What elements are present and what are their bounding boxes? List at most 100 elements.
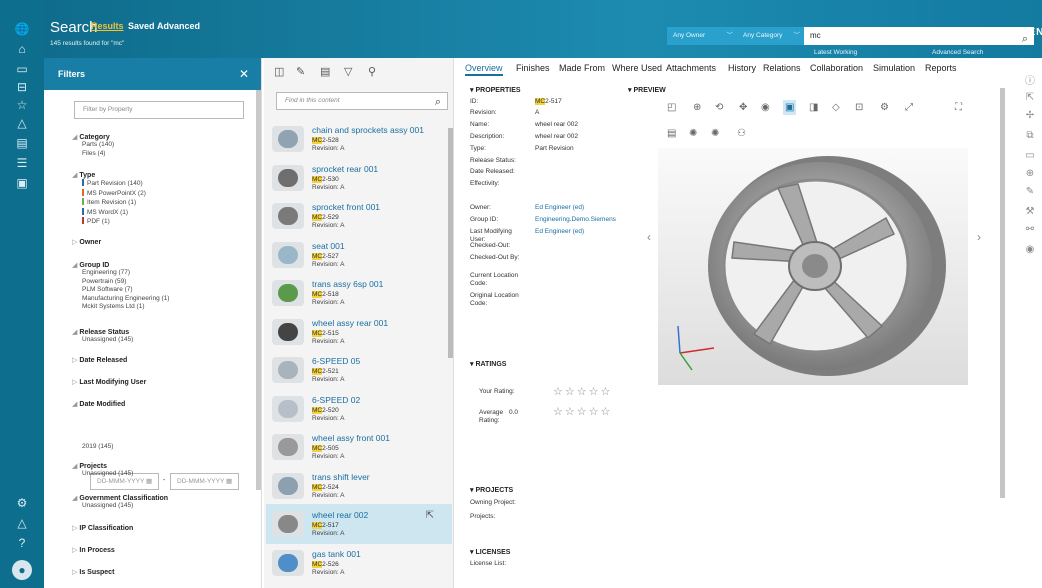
calendar-icon[interactable]: ▦: [226, 478, 232, 485]
filter-property-input[interactable]: Filter by Property: [74, 101, 244, 119]
facet-item[interactable]: Unassigned (145): [72, 470, 133, 479]
tab-saved[interactable]: Saved: [128, 21, 155, 31]
owner-select[interactable]: Any Owner ﹀: [667, 27, 737, 45]
tab-results[interactable]: Results: [91, 21, 124, 31]
list-item[interactable]: wheel rear 002 MC2-517 Revision: A ⇱: [266, 504, 452, 544]
facet-item[interactable]: MS WordX (1): [72, 207, 146, 218]
facet-item[interactable]: Powertrain (59): [72, 278, 169, 287]
settings-icon[interactable]: ⚙: [0, 496, 44, 510]
open-icon[interactable]: ⇱: [1020, 92, 1040, 103]
add-icon[interactable]: ⊕: [1020, 168, 1040, 179]
facet-date-modified[interactable]: ◢ Date Modified: [72, 400, 125, 408]
display-icon[interactable]: ▣: [783, 100, 797, 115]
edit-icon[interactable]: ✎: [296, 65, 305, 78]
open-external-icon[interactable]: ⇱: [426, 510, 434, 521]
edit-icon[interactable]: ✎: [1020, 186, 1040, 197]
print-icon[interactable]: ▤: [320, 65, 330, 78]
user-icon[interactable]: ⚇: [737, 128, 746, 139]
facet-is-suspect[interactable]: ▷ Is Suspect: [72, 568, 114, 576]
preview-section[interactable]: ▾ PREVIEW: [628, 86, 666, 94]
item-name[interactable]: sprocket rear 001: [312, 164, 378, 174]
ratings-section[interactable]: ▾ RATINGS: [470, 360, 506, 368]
watch-icon[interactable]: ◉: [1020, 244, 1040, 255]
tab-relations[interactable]: Relations: [763, 63, 801, 73]
fit-icon[interactable]: ◰: [667, 102, 676, 113]
list-item[interactable]: 6-SPEED 02 MC2-520 Revision: A: [266, 389, 452, 429]
list-item[interactable]: 6-SPEED 05 MC2-521 Revision: A: [266, 350, 452, 390]
snapshot-icon[interactable]: ⊡: [855, 102, 863, 113]
filter-icon[interactable]: ▽: [344, 65, 352, 78]
facet-item[interactable]: MS PowerPointX (2): [72, 188, 146, 199]
facet-item[interactable]: Unassigned (145): [72, 336, 133, 345]
calendar-icon[interactable]: ▦: [146, 478, 152, 485]
settings-icon[interactable]: ⚙: [880, 102, 889, 113]
tab-reports[interactable]: Reports: [925, 63, 957, 73]
facet-item[interactable]: Engineering (77): [72, 269, 169, 278]
image-icon[interactable]: ▣: [0, 176, 44, 190]
item-name[interactable]: wheel assy rear 001: [312, 318, 388, 328]
sun-icon[interactable]: ✺: [689, 128, 697, 139]
facet-item[interactable]: Manufacturing Engineering (1): [72, 295, 169, 304]
facet-item[interactable]: Files (4): [72, 150, 114, 159]
list-icon[interactable]: ☰: [0, 156, 44, 170]
list-scrollbar[interactable]: [448, 128, 453, 358]
property-value[interactable]: Ed Engineer (ed): [535, 204, 584, 211]
document-icon[interactable]: ▤: [667, 128, 676, 139]
tools-icon[interactable]: ⚒: [1020, 206, 1040, 217]
projects-section[interactable]: ▾ PROJECTS: [470, 486, 513, 494]
globe-icon[interactable]: 🌐: [0, 22, 44, 36]
facet-in-process[interactable]: ▷ In Process: [72, 546, 115, 554]
share-icon[interactable]: ⚲: [368, 65, 376, 78]
item-name[interactable]: gas tank 001: [312, 549, 361, 559]
detail-scrollbar[interactable]: [1000, 88, 1005, 498]
zoom-icon[interactable]: ⊕: [693, 102, 701, 113]
tab-made-from[interactable]: Made From: [559, 63, 605, 73]
preview-next-button[interactable]: ›: [977, 230, 981, 244]
facet-item[interactable]: Part Revision (140): [72, 179, 146, 189]
inbox-icon[interactable]: ⊟: [0, 80, 44, 94]
info-icon[interactable]: ⓘ: [1020, 72, 1040, 87]
properties-section[interactable]: ▾ PROPERTIES: [470, 86, 521, 94]
list-item[interactable]: seat 001 MC2-527 Revision: A: [266, 235, 452, 275]
facet-item[interactable]: Parts (140): [72, 141, 114, 150]
list-item[interactable]: wheel assy front 001 MC2-505 Revision: A: [266, 427, 452, 467]
list-item[interactable]: sprocket front 001 MC2-529 Revision: A: [266, 196, 452, 236]
user-icon[interactable]: △: [0, 516, 44, 530]
item-name[interactable]: sprocket front 001: [312, 202, 380, 212]
tab-history[interactable]: History: [728, 63, 756, 73]
item-name[interactable]: trans assy 6sp 001: [312, 279, 383, 289]
item-name[interactable]: 6-SPEED 05: [312, 356, 360, 366]
date-to-field[interactable]: DD-MMM-YYYY ▦: [170, 473, 239, 490]
fullscreen-icon[interactable]: ⛶: [955, 102, 962, 113]
facet-last-modifying-user[interactable]: ▷ Last Modifying User: [72, 378, 146, 386]
preview-prev-button[interactable]: ‹: [647, 230, 651, 244]
facet-item[interactable]: PDF (1): [72, 217, 146, 227]
layout-icon[interactable]: ◫: [274, 65, 284, 78]
measure-icon[interactable]: ◇: [832, 102, 840, 113]
list-item[interactable]: trans assy 6sp 001 MC2-518 Revision: A: [266, 273, 452, 313]
view-icon[interactable]: ◉: [761, 102, 770, 113]
facet-owner[interactable]: ▷ Owner: [72, 238, 101, 246]
tab-attachments[interactable]: Attachments: [666, 63, 716, 73]
tab-advanced[interactable]: Advanced: [157, 21, 200, 31]
facet-item[interactable]: Item Revision (1): [72, 198, 146, 208]
property-value[interactable]: Engineering.Demo.Siemens: [535, 216, 616, 223]
item-name[interactable]: seat 001: [312, 241, 345, 251]
facet-item[interactable]: 2019 (145): [82, 443, 113, 450]
paste-icon[interactable]: ▭: [1020, 150, 1040, 161]
item-name[interactable]: wheel assy front 001: [312, 433, 390, 443]
item-name[interactable]: trans shift lever: [312, 472, 370, 482]
share-icon[interactable]: ⚯: [1020, 224, 1040, 235]
tab-overview[interactable]: Overview: [465, 63, 503, 76]
property-value[interactable]: Ed Engineer (ed): [535, 228, 584, 235]
item-name[interactable]: wheel rear 002: [312, 510, 368, 520]
pin-icon[interactable]: ✢: [1020, 110, 1040, 121]
category-select[interactable]: Any Category ﹀: [737, 27, 804, 45]
home-icon[interactable]: ⌂: [0, 42, 44, 56]
facet-item[interactable]: PLM Software (7): [72, 286, 169, 295]
close-icon[interactable]: ✕: [239, 58, 249, 90]
your-rating-stars[interactable]: ☆☆☆☆☆: [553, 385, 612, 398]
licenses-section[interactable]: ▾ LICENSES: [470, 548, 510, 556]
facet-ip-classification[interactable]: ▷ IP Classification: [72, 524, 133, 532]
report-icon[interactable]: ▤: [0, 136, 44, 150]
